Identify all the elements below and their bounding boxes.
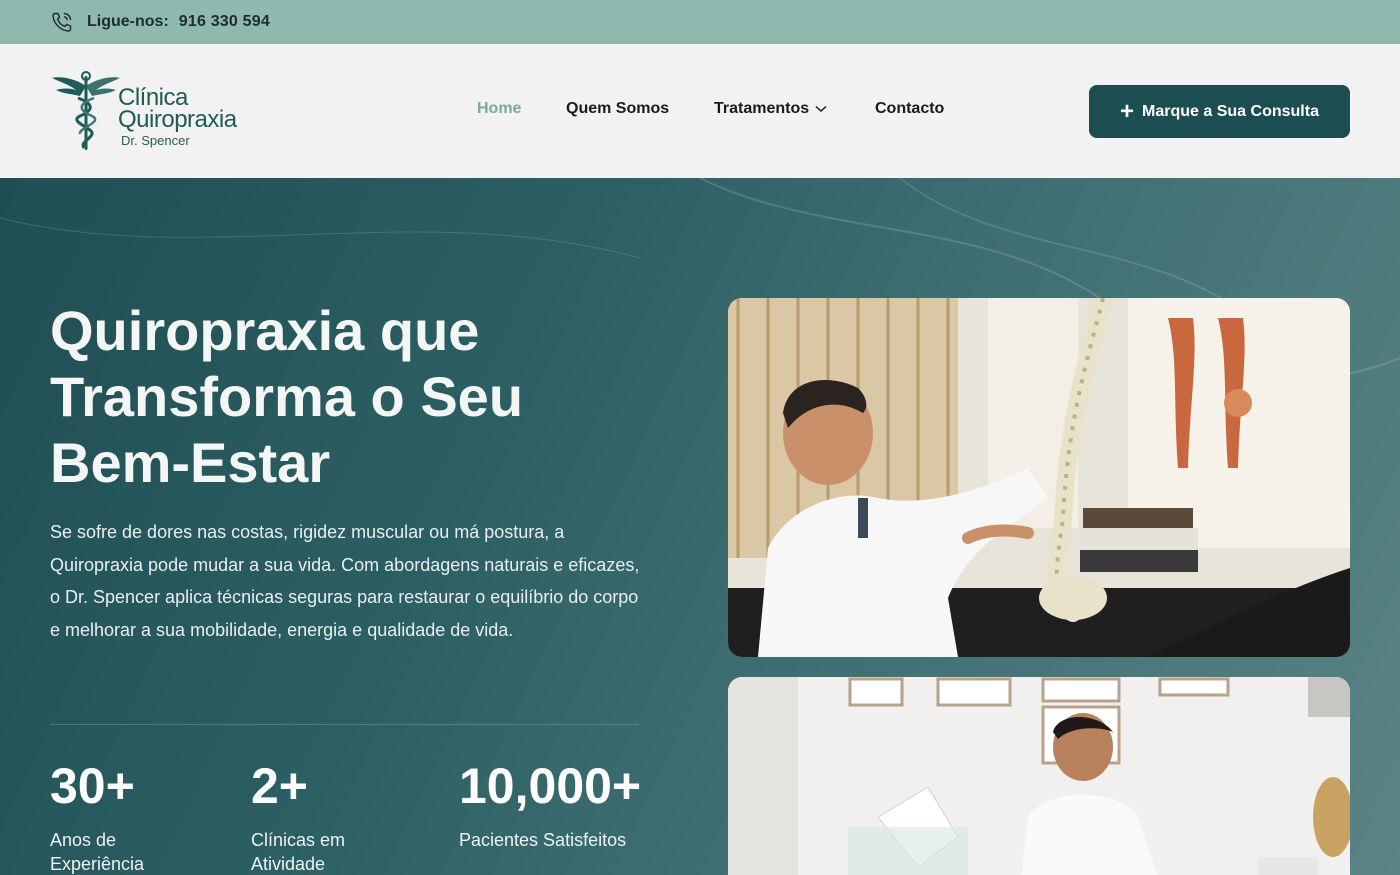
stat-caption: Pacientes Satisfeitos <box>459 830 627 850</box>
stat-value: 2+ <box>251 758 309 814</box>
book-appointment-button[interactable]: + Marque a Sua Consulta <box>1089 85 1350 138</box>
nav-item-tratamentos[interactable]: Tratamentos <box>714 100 827 118</box>
nav-item-contacto[interactable]: Contacto <box>875 100 944 118</box>
caduceus-logo-icon <box>52 71 120 150</box>
logo-line-3: Dr. Spencer <box>121 133 190 148</box>
stat-value: 30+ <box>50 758 135 814</box>
phone-number[interactable]: 916 330 594 <box>179 13 270 31</box>
nav-item-home[interactable]: Home <box>477 100 521 118</box>
site-header: Clínica Quiropraxia Dr. Spencer Home Que… <box>0 44 1400 178</box>
phone-icon <box>50 10 74 34</box>
plus-icon: + <box>1120 97 1135 125</box>
book-appointment-label: Marque a Sua Consulta <box>1142 102 1319 120</box>
phone-label: Ligue-nos: <box>87 13 169 30</box>
hero-section: Quiropraxia que Transforma o Seu Bem-Est… <box>0 178 1400 875</box>
stat-experience: 30+ Anos de Experiência <box>50 758 200 875</box>
stat-clinics: 2+ Clínicas em Atividade <box>251 758 401 875</box>
doctor-spine-model-photo <box>728 298 1350 657</box>
doctor-at-desk-photo <box>728 677 1350 875</box>
hero-divider <box>50 724 638 725</box>
stat-value: 10,000+ <box>459 758 642 814</box>
chevron-down-icon <box>815 100 827 118</box>
stat-caption: Clínicas em Atividade <box>251 830 346 874</box>
hero-title: Quiropraxia que Transforma o Seu Bem-Est… <box>50 299 524 494</box>
top-bar: Ligue-nos: 916 330 594 <box>0 0 1400 44</box>
nav-item-tratamentos-label: Tratamentos <box>714 100 810 118</box>
stat-caption: Anos de Experiência <box>50 830 145 874</box>
logo-text: Clínica Quiropraxia Dr. Spencer <box>118 86 237 148</box>
clinic-logo[interactable]: Clínica Quiropraxia Dr. Spencer <box>50 68 250 156</box>
nav-item-quem-somos[interactable]: Quem Somos <box>566 100 669 118</box>
stat-patients: 10,000+ Pacientes Satisfeitos <box>459 758 679 852</box>
logo-line-2: Quiropraxia <box>118 106 237 133</box>
hero-description: Se sofre de dores nas costas, rigidez mu… <box>50 522 640 640</box>
